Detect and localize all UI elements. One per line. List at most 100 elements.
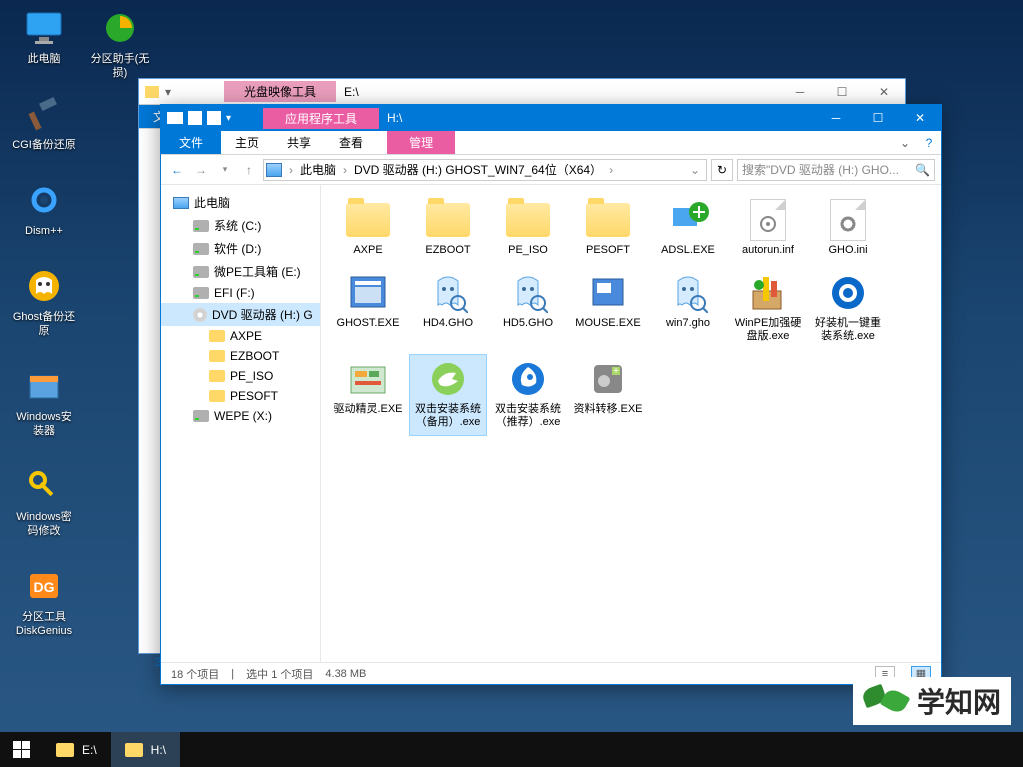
file-item[interactable]: GHO.ini xyxy=(809,195,887,264)
tree-node[interactable]: 软件 (D:) xyxy=(161,237,320,260)
file-name: EZBOOT xyxy=(425,244,470,257)
file-item[interactable]: 驱动精灵.EXE xyxy=(329,354,407,436)
tree-node-label: 此电脑 xyxy=(194,194,230,211)
file-icon xyxy=(824,273,872,313)
window-title: H:\ xyxy=(379,111,815,125)
tab-view[interactable]: 查看 xyxy=(325,131,377,154)
file-item[interactable]: autorun.inf xyxy=(729,195,807,264)
monitor-icon xyxy=(266,163,282,177)
status-size: 4.38 MB xyxy=(325,668,366,680)
file-item[interactable]: ADSL.EXE xyxy=(649,195,727,264)
file-item[interactable]: GHOST.EXE xyxy=(329,268,407,350)
search-box[interactable]: 搜索"DVD 驱动器 (H:) GHO... 🔍 xyxy=(737,159,935,181)
tab-manage[interactable]: 管理 xyxy=(387,131,455,154)
file-item[interactable]: HD5.GHO xyxy=(489,268,567,350)
desktop-icon-ghost[interactable]: Ghost备份还原 xyxy=(12,266,76,338)
bg-context-tab[interactable]: 光盘映像工具 xyxy=(224,81,336,102)
file-icon xyxy=(824,200,872,240)
start-button[interactable] xyxy=(0,732,42,767)
tab-home[interactable]: 主页 xyxy=(221,131,273,154)
file-item[interactable]: AXPE xyxy=(329,195,407,264)
file-icon xyxy=(424,359,472,399)
tree-node[interactable]: EFI (F:) xyxy=(161,283,320,303)
file-item[interactable]: 好装机一键重装系统.exe xyxy=(809,268,887,350)
forward-button[interactable]: → xyxy=(191,160,211,180)
address-bar[interactable]: › 此电脑 › DVD 驱动器 (H:) GHOST_WIN7_64位（X64）… xyxy=(263,159,707,181)
back-button[interactable]: ← xyxy=(167,160,187,180)
navigation-tree[interactable]: 此电脑系统 (C:) 软件 (D:)微PE工具箱 (E:)EFI (F:) DVD … xyxy=(161,185,321,662)
minimize-button[interactable]: ─ xyxy=(779,81,821,103)
desktop-icon-diskgenius[interactable]: DG 分区工具DiskGenius xyxy=(12,566,76,638)
close-button[interactable]: ✕ xyxy=(863,81,905,103)
taskbar[interactable]: E:\ H:\ xyxy=(0,732,1023,767)
tree-node[interactable]: DVD 驱动器 (H:) G xyxy=(161,303,320,326)
refresh-button[interactable]: ↻ xyxy=(711,159,733,181)
close-button[interactable]: ✕ xyxy=(899,105,941,131)
file-item[interactable]: PESOFT xyxy=(569,195,647,264)
tab-share[interactable]: 共享 xyxy=(273,131,325,154)
context-tab[interactable]: 应用程序工具 xyxy=(263,108,379,129)
tree-node[interactable]: PE_ISO xyxy=(161,366,320,386)
file-icon: + xyxy=(584,359,632,399)
desktop-icon-partition[interactable]: 分区助手(无损) xyxy=(88,8,152,80)
tree-node-label: WEPE (X:) xyxy=(214,409,272,423)
qat-dropdown-icon[interactable]: ▾ xyxy=(226,113,231,124)
help-button[interactable]: ? xyxy=(917,131,941,154)
taskbar-item-h[interactable]: H:\ xyxy=(111,732,180,767)
minimize-button[interactable]: ─ xyxy=(815,105,857,131)
file-name: GHO.ini xyxy=(828,244,867,257)
file-list[interactable]: AXPE EZBOOT PE_ISO PESOFT ADSL.EXE autorun.in… xyxy=(321,185,941,662)
tree-node[interactable]: EZBOOT xyxy=(161,346,320,366)
ribbon-expand-icon[interactable]: ⌄ xyxy=(893,131,917,154)
desktop-icon-dism[interactable]: Dism++ xyxy=(12,180,76,238)
file-name: 双击安装系统（备用）.exe xyxy=(412,403,484,429)
tree-node[interactable]: 此电脑 xyxy=(161,191,320,214)
tree-node[interactable]: 微PE工具箱 (E:) xyxy=(161,260,320,283)
folder-icon xyxy=(125,743,143,757)
file-icon xyxy=(664,273,712,313)
tree-node[interactable]: PESOFT xyxy=(161,386,320,406)
tree-node[interactable]: AXPE xyxy=(161,326,320,346)
qat-btn-1[interactable] xyxy=(188,111,202,125)
file-icon xyxy=(504,359,552,399)
file-icon xyxy=(744,273,792,313)
desktop-icon-wininstaller[interactable]: Windows安装器 xyxy=(12,366,76,438)
file-item[interactable]: HD4.GHO xyxy=(409,268,487,350)
search-icon[interactable]: 🔍 xyxy=(915,163,930,177)
desktop-icon-cgi[interactable]: CGI备份还原 xyxy=(12,94,76,152)
file-tab[interactable]: 文件 xyxy=(161,131,221,154)
desktop-icon-this-pc[interactable]: 此电脑 xyxy=(12,8,76,66)
desktop-icon-password[interactable]: Windows密码修改 xyxy=(12,466,76,538)
up-button[interactable]: ↑ xyxy=(239,160,259,180)
file-item[interactable]: EZBOOT xyxy=(409,195,487,264)
address-dropdown-icon[interactable]: ⌄ xyxy=(686,163,704,177)
recent-dropdown-icon[interactable]: ▾ xyxy=(215,160,235,180)
taskbar-item-e[interactable]: E:\ xyxy=(42,732,111,767)
file-item[interactable]: WinPE加强硬盘版.exe xyxy=(729,268,807,350)
title-bar[interactable]: ▾ 应用程序工具 H:\ ─ ☐ ✕ xyxy=(161,105,941,131)
file-item[interactable]: PE_ISO xyxy=(489,195,567,264)
bg-title-bar[interactable]: ▾ 光盘映像工具 E:\ ─ ☐ ✕ xyxy=(139,79,905,105)
file-icon xyxy=(344,273,392,313)
tree-node-label: 系统 (C:) xyxy=(214,217,261,234)
maximize-button[interactable]: ☐ xyxy=(857,105,899,131)
tree-node-label: DVD 驱动器 (H:) G xyxy=(212,306,313,323)
file-item[interactable]: +资料转移.EXE xyxy=(569,354,647,436)
breadcrumb-this-pc[interactable]: 此电脑 xyxy=(296,161,340,178)
maximize-button[interactable]: ☐ xyxy=(821,81,863,103)
qat-btn-2[interactable] xyxy=(207,111,221,125)
tree-node[interactable]: WEPE (X:) xyxy=(161,406,320,426)
file-name: ADSL.EXE xyxy=(661,244,715,257)
file-name: PESOFT xyxy=(586,244,630,257)
file-item[interactable]: MOUSE.EXE xyxy=(569,268,647,350)
tree-node[interactable]: 系统 (C:) xyxy=(161,214,320,237)
watermark: 学知网 xyxy=(853,677,1011,725)
breadcrumb-drive[interactable]: DVD 驱动器 (H:) GHOST_WIN7_64位（X64） xyxy=(350,161,606,178)
file-item[interactable]: 双击安装系统（推荐）.exe xyxy=(489,354,567,436)
file-item[interactable]: 双击安装系统（备用）.exe xyxy=(409,354,487,436)
tree-node-label: EZBOOT xyxy=(230,349,279,363)
installer-icon xyxy=(24,366,64,406)
explorer-window: ▾ 应用程序工具 H:\ ─ ☐ ✕ 文件 主页 共享 查看 管理 ⌄ ? ← … xyxy=(160,104,942,685)
file-item[interactable]: win7.gho xyxy=(649,268,727,350)
app-icon xyxy=(167,112,183,124)
